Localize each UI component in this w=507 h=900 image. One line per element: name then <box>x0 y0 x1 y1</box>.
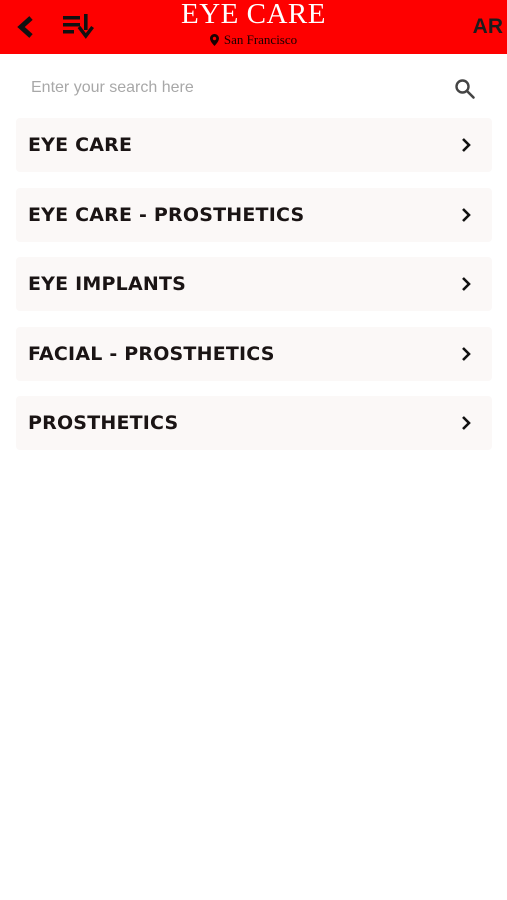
list-item[interactable]: EYE CARE <box>16 118 492 172</box>
list-item-label: PROSTHETICS <box>28 412 179 434</box>
list-item-label: FACIAL - PROSTHETICS <box>28 342 275 365</box>
back-arrow-icon <box>17 16 33 38</box>
chevron-right-icon <box>462 138 471 152</box>
list-item-label: EYE IMPLANTS <box>28 273 186 295</box>
list-item-label: EYE CARE - PROSTHETICS <box>28 203 305 226</box>
chevron-right-icon <box>462 346 471 361</box>
list-item[interactable]: EYE IMPLANTS <box>16 257 492 311</box>
category-list: EYE CARE EYE CARE - PROSTHETICS EYE IMPL… <box>16 118 492 466</box>
chevron-right-icon <box>462 277 471 291</box>
chevron-right-icon <box>462 207 471 222</box>
page-title: EYE CARE <box>181 0 326 30</box>
sort-icon <box>63 14 94 39</box>
list-item[interactable]: EYE CARE - PROSTHETICS <box>16 187 492 242</box>
location-row: San Francisco <box>120 32 387 48</box>
chevron-right-icon <box>462 416 471 430</box>
search-input[interactable] <box>16 66 436 110</box>
title-block: EYE CARE San Francisco <box>120 0 387 48</box>
search-bar <box>16 66 492 110</box>
list-item[interactable]: PROSTHETICS <box>16 396 492 450</box>
location-label: San Francisco <box>223 32 298 47</box>
search-icon[interactable] <box>454 78 476 100</box>
location-pin-icon <box>209 34 219 46</box>
app-header: EYE CARE San Francisco AR <box>0 0 507 54</box>
sort-button[interactable] <box>60 10 96 42</box>
language-toggle-button[interactable]: AR <box>473 15 503 39</box>
list-item[interactable]: FACIAL - PROSTHETICS <box>16 326 492 381</box>
list-item-label: EYE CARE <box>28 134 133 156</box>
back-button[interactable] <box>12 12 40 42</box>
